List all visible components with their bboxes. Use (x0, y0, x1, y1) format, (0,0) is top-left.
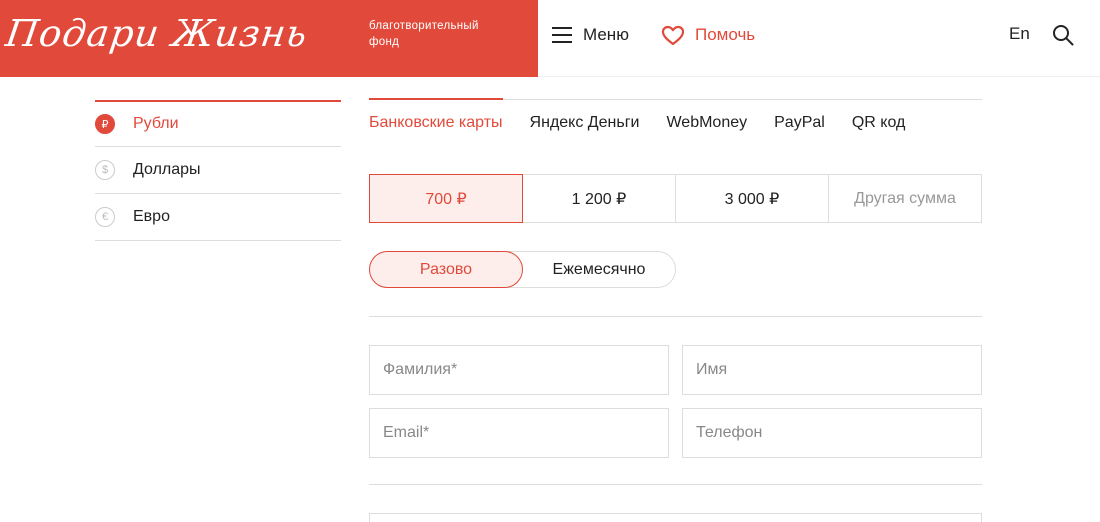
frequency-once[interactable]: Разово (369, 251, 523, 288)
frequency-monthly[interactable]: Ежемесячно (523, 252, 675, 287)
logo-block[interactable]: Подари Жизнь благотворительный фонд (0, 0, 538, 77)
comment-field[interactable] (369, 513, 982, 522)
help-button[interactable]: Помочь (661, 20, 755, 50)
menu-button[interactable]: Меню (552, 20, 629, 50)
section-divider (369, 484, 982, 485)
currency-label: Рубли (133, 115, 179, 132)
amount-option-3000[interactable]: 3 000 ₽ (675, 174, 829, 223)
tab-webmoney[interactable]: WebMoney (666, 100, 747, 146)
phone-field-wrap (682, 408, 982, 458)
fund-subtitle: благотворительный фонд (369, 18, 509, 50)
fund-subtitle-line2: фонд (369, 36, 400, 48)
euro-icon: € (95, 207, 115, 227)
header-divider (538, 76, 1100, 77)
tab-qr-code[interactable]: QR код (852, 100, 906, 146)
site-header: Подари Жизнь благотворительный фонд Меню… (0, 0, 1100, 77)
language-switch[interactable]: En (1009, 24, 1030, 44)
email-field[interactable] (370, 409, 668, 457)
currency-rub[interactable]: ₽ Рубли (95, 100, 341, 147)
last-name-field[interactable] (370, 346, 668, 394)
custom-amount-input[interactable] (829, 175, 981, 222)
email-field-wrap (369, 408, 669, 458)
tab-paypal[interactable]: PayPal (774, 100, 825, 146)
currency-label: Евро (133, 208, 170, 225)
menu-label: Меню (583, 25, 629, 44)
frequency-toggle: Разово Ежемесячно (369, 251, 676, 288)
heart-icon (661, 25, 685, 45)
phone-field[interactable] (683, 409, 981, 457)
amount-option-1200[interactable]: 1 200 ₽ (522, 174, 676, 223)
amount-selector: 700 ₽ 1 200 ₽ 3 000 ₽ (369, 174, 982, 223)
currency-label: Доллары (133, 161, 201, 178)
currency-usd[interactable]: $ Доллары (95, 147, 341, 194)
first-name-field-wrap (682, 345, 982, 395)
currency-selector: ₽ Рубли $ Доллары € Евро (95, 100, 341, 241)
section-divider (369, 316, 982, 317)
logo[interactable]: Подари Жизнь (3, 10, 311, 58)
tab-bank-cards[interactable]: Банковские карты (369, 98, 503, 146)
search-icon (1053, 25, 1074, 46)
ruble-icon: ₽ (95, 114, 115, 134)
custom-amount-cell (828, 174, 982, 223)
amount-option-700[interactable]: 700 ₽ (369, 174, 523, 223)
help-label: Помочь (695, 25, 756, 44)
tab-yandex-money[interactable]: Яндекс Деньги (530, 100, 640, 146)
search-button[interactable] (1052, 24, 1074, 46)
dollar-icon: $ (95, 160, 115, 180)
first-name-field[interactable] (683, 346, 981, 394)
payment-method-tabs: Банковские карты Яндекс Деньги WebMoney … (369, 98, 982, 147)
last-name-field-wrap (369, 345, 669, 395)
currency-eur[interactable]: € Евро (95, 194, 341, 241)
hamburger-icon (552, 27, 572, 43)
fund-subtitle-line1: благотворительный (369, 20, 479, 32)
